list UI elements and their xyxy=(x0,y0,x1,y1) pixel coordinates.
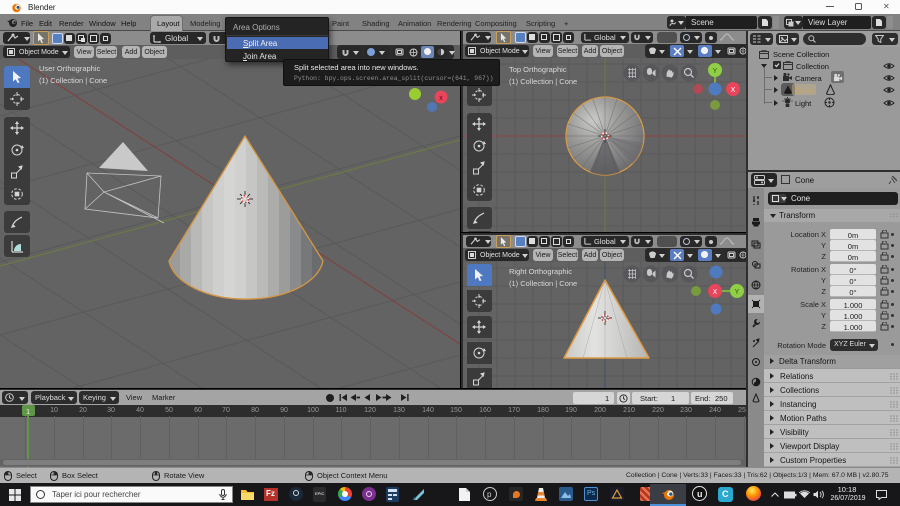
svg-text:x: x xyxy=(439,95,443,102)
svg-text:X: X xyxy=(713,289,718,296)
svg-text:Y: Y xyxy=(735,289,740,296)
svg-text:Y: Y xyxy=(713,68,718,75)
svg-text:X: X xyxy=(731,87,736,94)
